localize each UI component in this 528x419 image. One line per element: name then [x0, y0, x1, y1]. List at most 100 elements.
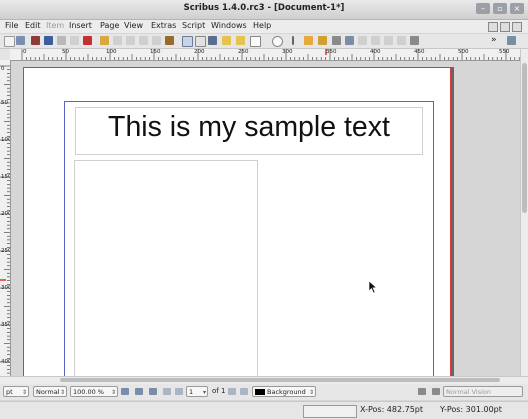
ruler-label: 200 [1, 211, 11, 217]
mdi-close-icon[interactable] [512, 22, 522, 32]
page-number-select[interactable]: 1 ▾ [186, 386, 208, 397]
preview-toggle-icon[interactable] [418, 388, 426, 395]
minimize-button[interactable]: – [476, 3, 490, 14]
menu-help[interactable]: Help [253, 21, 271, 30]
zoom-100-icon[interactable] [135, 388, 143, 395]
scrapbook-icon[interactable] [165, 36, 174, 45]
render-frame-icon[interactable] [222, 36, 231, 45]
y-position: Y-Pos: 301.00pt [440, 405, 502, 414]
horizontal-ruler[interactable]: 0 50 100 150 200 250 300 350 400 450 500… [10, 49, 520, 61]
open-icon[interactable] [16, 36, 25, 45]
menu-item[interactable]: Item [46, 21, 64, 30]
menu-edit[interactable]: Edit [25, 21, 41, 30]
ruler-label: 150 [1, 174, 11, 180]
page-count-label: of 1 [212, 387, 226, 395]
save-icon[interactable] [44, 36, 53, 45]
previous-page-icon[interactable] [175, 388, 183, 395]
spin-arrows-icon: ⇕ [110, 389, 116, 396]
paste-icon[interactable] [152, 36, 161, 45]
visual-appearance-icon[interactable] [432, 388, 440, 395]
mdi-restore-icon[interactable] [500, 22, 510, 32]
preflight-icon[interactable] [70, 36, 79, 45]
menu-page[interactable]: Page [100, 21, 119, 30]
next-page-icon[interactable] [228, 388, 236, 395]
copy-icon[interactable] [139, 36, 148, 45]
spin-arrows-icon: ⇕ [308, 389, 314, 396]
ruler-label: 300 [282, 49, 293, 55]
shape-icon[interactable] [250, 36, 261, 47]
close-document-icon[interactable] [31, 36, 40, 45]
menu-extras[interactable]: Extras [151, 21, 176, 30]
edit-contents-icon[interactable] [358, 36, 367, 45]
new-document-icon[interactable] [4, 36, 15, 47]
mdi-minimize-icon[interactable] [488, 22, 498, 32]
ruler-label: 150 [150, 49, 161, 55]
redo-icon[interactable] [113, 36, 122, 45]
print-icon[interactable] [57, 36, 66, 45]
unlink-frames-icon[interactable] [397, 36, 406, 45]
vertical-scroll-thumb[interactable] [522, 63, 527, 213]
menu-file[interactable]: File [5, 21, 18, 30]
menu-windows[interactable]: Windows [211, 21, 247, 30]
image-frame-icon[interactable] [208, 36, 217, 45]
close-button[interactable]: × [510, 3, 524, 14]
vertical-scrollbar[interactable] [520, 49, 528, 376]
undo-icon[interactable] [100, 36, 109, 45]
first-page-icon[interactable] [163, 388, 171, 395]
progress-bar [303, 405, 357, 418]
text-frame-icon[interactable] [195, 36, 206, 47]
toolbar-overflow-icon[interactable]: » [491, 35, 497, 45]
preview-mode-select[interactable]: Normal ⇕ [33, 386, 67, 397]
bezier-icon[interactable] [304, 36, 313, 45]
document-canvas[interactable]: This is my sample text [11, 61, 520, 376]
table-icon[interactable] [236, 36, 245, 45]
horizontal-scrollbar[interactable] [0, 376, 528, 384]
main-toolbar: » [0, 34, 528, 49]
ruler-label: 450 [414, 49, 425, 55]
pdf-tools-icon[interactable] [507, 36, 516, 45]
zoom-out-icon[interactable] [121, 388, 129, 395]
menu-view[interactable]: View [124, 21, 143, 30]
vertical-ruler-ticks [0, 65, 10, 374]
vertical-ruler[interactable]: 0 50 100 150 200 250 300 350 400 [0, 60, 11, 376]
edit-text-icon[interactable] [371, 36, 380, 45]
ruler-label: 200 [194, 49, 205, 55]
polygon-icon[interactable] [272, 36, 283, 47]
status-bar: X-Pos: 482.75pt Y-Pos: 301.00pt [0, 401, 528, 419]
link-frames-icon[interactable] [384, 36, 393, 45]
line-icon[interactable] [292, 36, 294, 45]
select-item-icon[interactable] [182, 36, 193, 47]
vision-select[interactable]: Normal Vision [443, 386, 523, 397]
last-page-icon[interactable] [240, 388, 248, 395]
menu-script[interactable]: Script [182, 21, 205, 30]
layer-select[interactable]: Background ⇕ [252, 386, 316, 397]
zoom-icon[interactable] [345, 36, 354, 45]
ruler-label: 0 [1, 66, 5, 72]
ruler-label: 50 [62, 49, 69, 55]
ruler-label: 500 [458, 49, 469, 55]
rotate-icon[interactable] [332, 36, 341, 45]
document-page[interactable]: This is my sample text [23, 67, 451, 376]
pdf-export-icon[interactable] [83, 36, 92, 45]
unit-select[interactable]: pt ⇕ [3, 386, 29, 397]
ruler-label: 350 [326, 49, 337, 55]
text-frame-content[interactable]: This is my sample text [76, 108, 422, 146]
vision-value: Normal Vision [446, 388, 491, 396]
zoom-value: 100.00 % [73, 388, 104, 396]
maximize-button[interactable]: ▫ [493, 3, 507, 14]
freehand-line-icon[interactable] [318, 36, 327, 45]
zoom-field[interactable]: 100.00 % ⇕ [70, 386, 118, 397]
menu-insert[interactable]: Insert [69, 21, 92, 30]
text-frame[interactable]: This is my sample text [75, 107, 423, 155]
ruler-label: 250 [1, 248, 11, 254]
ruler-label: 250 [238, 49, 249, 55]
mdi-controls [488, 22, 522, 32]
x-position: X-Pos: 482.75pt [360, 405, 424, 414]
measurements-icon[interactable] [410, 36, 419, 45]
horizontal-scroll-thumb[interactable] [60, 378, 500, 382]
ruler-label: 350 [1, 322, 11, 328]
cut-icon[interactable] [126, 36, 135, 45]
empty-frame[interactable] [74, 160, 258, 376]
zoom-in-icon[interactable] [149, 388, 157, 395]
layer-value: Background [267, 388, 306, 396]
